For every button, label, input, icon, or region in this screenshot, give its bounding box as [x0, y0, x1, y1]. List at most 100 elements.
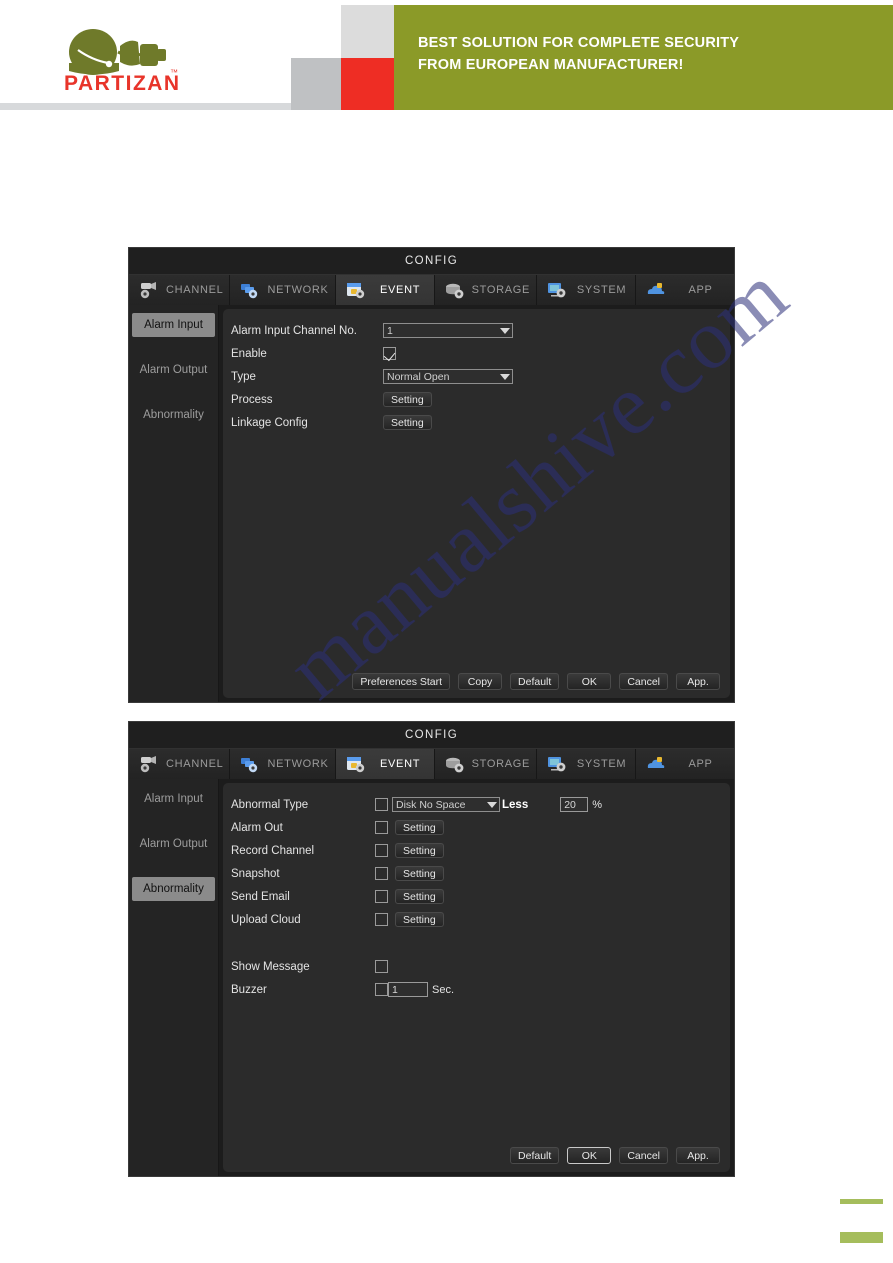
tab-network[interactable]: NETWORK: [230, 275, 336, 305]
tab-channel-label: CHANNEL: [166, 758, 224, 770]
dialog2-content: Abnormal Type Disk No Space Less 20 % Al…: [223, 783, 730, 1172]
upload-cloud-label: Upload Cloud: [231, 913, 301, 926]
show-message-checkbox[interactable]: [375, 960, 388, 973]
snapshot-setting-button[interactable]: Setting: [395, 866, 444, 881]
header-block-red: [341, 58, 394, 110]
tab-event-label: EVENT: [379, 284, 421, 296]
row-process: Process Setting: [223, 388, 730, 411]
dialog2-button-bar: Default OK Cancel App.: [510, 1147, 720, 1164]
tagline-line-1: BEST SOLUTION FOR COMPLETE SECURITY: [418, 35, 740, 51]
linkage-config-setting-button[interactable]: Setting: [383, 415, 432, 430]
tab-event-label: EVENT: [379, 758, 421, 770]
alarm-input-channel-select[interactable]: 1: [383, 323, 513, 338]
record-channel-setting-button[interactable]: Setting: [395, 843, 444, 858]
tab-network[interactable]: NETWORK: [230, 749, 336, 779]
header-green-band: BEST SOLUTION FOR COMPLETE SECURITY FROM…: [394, 5, 893, 110]
default-button[interactable]: Default: [510, 673, 560, 690]
sidebar-item-alarm-input[interactable]: Alarm Input: [132, 787, 215, 811]
alarm-out-setting-button[interactable]: Setting: [395, 820, 444, 835]
preferences-start-button[interactable]: Preferences Start: [352, 673, 451, 690]
send-email-setting-button[interactable]: Setting: [395, 889, 444, 904]
system-monitor-gear-icon: [546, 280, 568, 300]
buzzer-checkbox[interactable]: [375, 983, 388, 996]
app-cloud-icon: [645, 754, 667, 774]
event-shield-icon: [345, 754, 367, 774]
copy-button[interactable]: Copy: [458, 673, 503, 690]
sidebar-item-alarm-output[interactable]: Alarm Output: [132, 832, 215, 856]
footer-mark-bottom: [840, 1232, 883, 1243]
tab-event[interactable]: EVENT: [335, 749, 435, 779]
tab-app[interactable]: APP: [636, 749, 734, 779]
buzzer-unit-label: Sec.: [432, 983, 455, 996]
camera-gear-icon: [138, 754, 160, 774]
less-label: Less: [502, 798, 529, 811]
row-type: Type Normal Open: [223, 365, 730, 388]
dialog2-tabbar: CHANNEL NETWORK EVENT STORAGE SYSTEM APP: [129, 748, 734, 779]
cancel-button[interactable]: Cancel: [619, 1147, 668, 1164]
type-select[interactable]: Normal Open: [383, 369, 513, 384]
process-label: Process: [231, 393, 273, 406]
storage-gear-icon: [444, 280, 466, 300]
enable-checkbox[interactable]: [383, 347, 396, 360]
tab-system[interactable]: SYSTEM: [537, 275, 637, 305]
sidebar-item-abnormality[interactable]: Abnormality: [132, 403, 215, 427]
abnormal-type-select[interactable]: Disk No Space: [392, 797, 500, 812]
sidebar-item-abnormality[interactable]: Abnormality: [132, 877, 215, 901]
row-show-message: Show Message: [223, 955, 730, 978]
chevron-down-icon: [500, 373, 510, 380]
row-linkage-config: Linkage Config Setting: [223, 411, 730, 434]
tab-storage-label: STORAGE: [471, 284, 531, 296]
tab-storage[interactable]: STORAGE: [434, 749, 538, 779]
row-alarm-input-channel: Alarm Input Channel No. 1: [223, 319, 730, 342]
record-channel-checkbox[interactable]: [375, 844, 388, 857]
tab-channel[interactable]: CHANNEL: [129, 275, 231, 305]
dialog2-body: Alarm Input Alarm Output Abnormality Abn…: [129, 779, 734, 1176]
header-block-medium-gray: [291, 58, 341, 110]
cancel-button[interactable]: Cancel: [619, 673, 668, 690]
tab-storage[interactable]: STORAGE: [434, 275, 538, 305]
config-dialog-abnormality: CONFIG CHANNEL NETWORK EVENT STORAGE SYS…: [128, 721, 735, 1177]
snapshot-label: Snapshot: [231, 867, 280, 880]
ok-button[interactable]: OK: [567, 1147, 612, 1164]
tab-system-label: SYSTEM: [576, 284, 627, 296]
page-header: BEST SOLUTION FOR COMPLETE SECURITY FROM…: [0, 0, 893, 112]
tab-app[interactable]: APP: [636, 275, 734, 305]
apply-button[interactable]: App.: [676, 1147, 720, 1164]
abnormal-type-checkbox[interactable]: [375, 798, 388, 811]
row-record-channel: Record Channel Setting: [223, 839, 730, 862]
network-gear-icon: [239, 754, 261, 774]
snapshot-checkbox[interactable]: [375, 867, 388, 880]
send-email-label: Send Email: [231, 890, 290, 903]
send-email-checkbox[interactable]: [375, 890, 388, 903]
tab-channel-label: CHANNEL: [166, 284, 224, 296]
tab-storage-label: STORAGE: [471, 758, 531, 770]
apply-button[interactable]: App.: [676, 673, 720, 690]
tab-channel[interactable]: CHANNEL: [129, 749, 231, 779]
ok-button[interactable]: OK: [567, 673, 612, 690]
tab-network-label: NETWORK: [267, 284, 329, 296]
alarm-input-channel-label: Alarm Input Channel No.: [231, 324, 357, 337]
storage-gear-icon: [444, 754, 466, 774]
sidebar-item-alarm-output[interactable]: Alarm Output: [132, 358, 215, 382]
header-tagline: BEST SOLUTION FOR COMPLETE SECURITY FROM…: [418, 32, 878, 76]
percent-unit-label: %: [592, 798, 602, 811]
tab-event[interactable]: EVENT: [335, 275, 435, 305]
upload-cloud-setting-button[interactable]: Setting: [395, 912, 444, 927]
default-button[interactable]: Default: [510, 1147, 560, 1164]
logo-wordmark: PARTIZAN: [64, 72, 181, 94]
row-abnormal-type: Abnormal Type Disk No Space Less 20 %: [223, 793, 730, 816]
tab-system[interactable]: SYSTEM: [537, 749, 637, 779]
buzzer-label: Buzzer: [231, 983, 267, 996]
sidebar-item-alarm-input[interactable]: Alarm Input: [132, 313, 215, 337]
alarm-out-checkbox[interactable]: [375, 821, 388, 834]
upload-cloud-checkbox[interactable]: [375, 913, 388, 926]
enable-label: Enable: [231, 347, 267, 360]
less-percent-input[interactable]: 20: [560, 797, 589, 812]
tab-app-label: APP: [688, 284, 713, 296]
type-label: Type: [231, 370, 256, 383]
logo-trademark-icon: ™: [170, 68, 178, 77]
row-buzzer: Buzzer 1 Sec.: [223, 978, 730, 1001]
buzzer-seconds-input[interactable]: 1: [388, 982, 428, 997]
header-block-light-gray: [341, 5, 394, 58]
process-setting-button[interactable]: Setting: [383, 392, 432, 407]
